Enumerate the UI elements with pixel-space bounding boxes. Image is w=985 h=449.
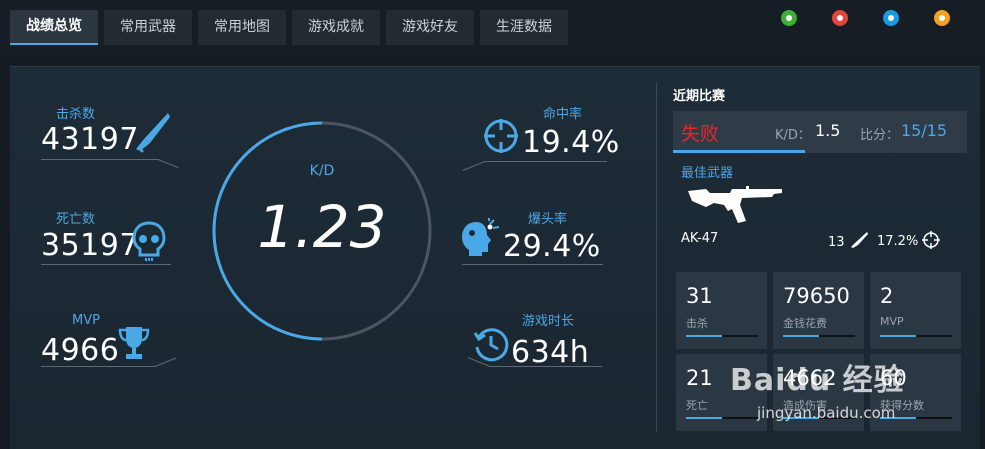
weapon-name: AK-47 (681, 231, 719, 246)
clock-history-icon (473, 328, 509, 362)
match-score-value: 15/15 (901, 121, 948, 140)
knife-small-icon (850, 232, 868, 248)
crosshair-icon (484, 119, 518, 153)
tab-weapons[interactable]: 常用武器 (104, 10, 192, 45)
card-caption: 死亡 (686, 399, 708, 412)
accuracy-value: 19.4% (522, 125, 620, 160)
tab-achievements[interactable]: 游戏成就 (292, 10, 380, 45)
tab-career[interactable]: 生涯数据 (480, 10, 568, 45)
accuracy-label: 命中率 (543, 107, 583, 122)
card-fill (686, 417, 722, 419)
tab-bar: 战绩总览 常用武器 常用地图 游戏成就 游戏好友 生涯数据 (10, 10, 568, 45)
card-value: 79650 (783, 284, 850, 308)
weapon-headshot-value: 17.2% (877, 234, 919, 249)
card-fill (783, 335, 819, 337)
weapon-headshot: 17.2% (877, 231, 941, 249)
card-caption: 金钱花费 (783, 317, 827, 330)
baidu-watermark-url: jingyan.baidu.com (757, 404, 896, 422)
match-progress (673, 150, 805, 153)
deaths-value: 35197 (41, 228, 139, 263)
qq-icon[interactable] (883, 10, 899, 26)
match-score-label: 比分： (860, 128, 900, 143)
baidu-watermark: Baidu 经验 (730, 363, 905, 398)
card-money: 79650 金钱花费 (773, 272, 864, 349)
headshot-value: 29.4% (503, 229, 601, 264)
recent-match-title: 近期比赛 (673, 89, 726, 104)
card-caption: MVP (880, 315, 904, 328)
card-value: 31 (686, 284, 713, 308)
mvp-label: MVP (72, 313, 100, 328)
playtime-value: 634h (511, 335, 590, 370)
card-value: 21 (686, 366, 713, 390)
deaths-label: 死亡数 (56, 212, 96, 227)
qzone-icon[interactable] (934, 10, 950, 26)
skull-icon (132, 221, 166, 261)
tab-overview[interactable]: 战绩总览 (10, 10, 98, 45)
tab-maps[interactable]: 常用地图 (198, 10, 286, 45)
kills-value: 43197 (41, 122, 139, 157)
wechat-icon[interactable] (781, 10, 797, 26)
weapon-kills-value: 13 (828, 235, 845, 250)
weapon-kills: 13 (828, 231, 869, 250)
ak47-icon (688, 186, 782, 223)
tab-friends[interactable]: 游戏好友 (386, 10, 474, 45)
card-fill (880, 335, 916, 337)
card-fill (686, 335, 722, 337)
mvp-value: 4966 (41, 333, 120, 368)
card-kills: 31 击杀 (676, 272, 767, 349)
kills-label: 击杀数 (56, 107, 96, 122)
kd-label: K/D (309, 163, 335, 179)
match-kd-label: K/D： (775, 128, 811, 143)
panel-divider (656, 82, 657, 432)
match-kd-value: 1.5 (815, 121, 841, 140)
match-result: 失败 (681, 123, 720, 145)
recent-match-row[interactable]: 失败 K/D： 1.5 比分： 15/15 (673, 111, 967, 153)
top-nav-bar: 战绩总览 常用武器 常用地图 游戏成就 游戏好友 生涯数据 (0, 0, 985, 56)
best-weapon-title: 最佳武器 (681, 166, 734, 181)
kd-value: 1.23 (257, 193, 387, 261)
headshot-label: 爆头率 (528, 212, 568, 227)
card-caption: 击杀 (686, 317, 708, 330)
trophy-icon (118, 327, 150, 359)
playtime-label: 游戏时长 (522, 314, 575, 329)
headshot-icon (462, 218, 500, 256)
crosshair-small-icon (922, 231, 941, 249)
card-value: 2 (880, 284, 894, 308)
weibo-icon[interactable] (832, 10, 848, 26)
knife-icon (136, 113, 170, 153)
card-mvp: 2 MVP (870, 272, 961, 349)
